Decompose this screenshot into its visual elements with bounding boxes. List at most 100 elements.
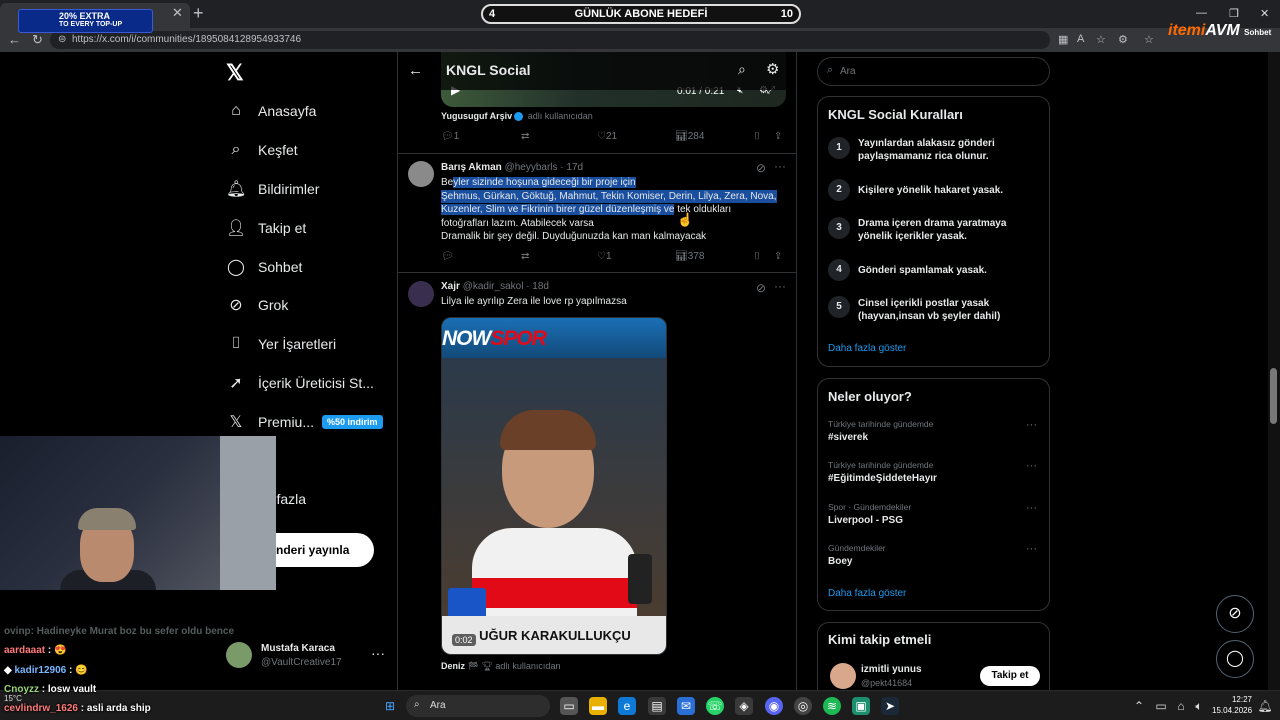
close-window-icon[interactable]: ✕ — [1260, 7, 1269, 20]
grok-icon[interactable]: ⊘ — [756, 161, 766, 175]
weather-widget[interactable]: 15°C — [4, 694, 22, 703]
file-explorer-icon[interactable]: ▬ — [589, 697, 607, 715]
search-input[interactable]: ⌕ Ara — [817, 57, 1050, 86]
nav-chat[interactable]: ◯ Sohbet — [226, 252, 302, 282]
reload-icon[interactable]: ↻ — [32, 32, 43, 48]
nav-follow[interactable]: 👤︎ Takip et — [226, 213, 306, 243]
spotify-icon[interactable]: ≋ — [823, 697, 841, 715]
scroll-thumb[interactable] — [1270, 368, 1277, 424]
url-field[interactable]: ⊜ https://x.com/i/communities/1895084128… — [50, 31, 1050, 49]
nav-explore[interactable]: ⌕ Keşfet — [226, 135, 298, 165]
steam-icon[interactable]: ➤ — [881, 697, 899, 715]
notifications-icon[interactable]: 🔔︎ — [1256, 697, 1274, 715]
grid-icon[interactable]: ▦ — [1058, 33, 1068, 46]
favorite-icon[interactable]: ☆ — [1096, 33, 1106, 46]
reply-button[interactable]: 💬︎ 1 — [441, 131, 459, 142]
chevron-up-icon[interactable]: ⌃ — [1130, 697, 1148, 715]
more-icon[interactable]: ··· — [774, 279, 786, 293]
whatsapp-icon[interactable]: ☏ — [706, 697, 724, 715]
app-icon[interactable]: ◈ — [735, 697, 753, 715]
share-icon[interactable]: ⇪ — [774, 131, 782, 142]
more-icon[interactable]: ··· — [1026, 460, 1037, 472]
trend-name[interactable]: Boey — [828, 556, 852, 567]
app-icon[interactable]: ▣ — [852, 697, 870, 715]
show-more-link[interactable]: Daha fazla göster — [828, 588, 906, 599]
views-button[interactable]: 📊︎ 284 — [675, 131, 704, 142]
like-button[interactable]: ♡ 21 — [597, 131, 617, 142]
volume-icon[interactable]: 🔈︎ — [1190, 697, 1208, 715]
network-icon[interactable]: ⌂ — [1172, 697, 1190, 715]
retweet-button[interactable]: ⇄ — [521, 131, 529, 142]
grok-icon[interactable]: ⊘ — [756, 281, 766, 295]
nav-creator-studio[interactable]: ➚ İçerik Üreticisi St... — [226, 368, 374, 398]
suggested-user-name[interactable]: izmitli yunus — [861, 664, 922, 675]
show-more-link[interactable]: Daha fazla göster — [828, 343, 906, 354]
nav-explore-label: Keşfet — [258, 142, 298, 158]
avatar[interactable] — [408, 281, 434, 307]
tweet-time[interactable]: · 17d — [560, 162, 583, 173]
store-icon[interactable]: ▤ — [648, 697, 666, 715]
author-name[interactable]: Barış Akman — [441, 162, 502, 173]
display-icon[interactable]: ▭ — [1152, 697, 1170, 715]
messages-fab-button[interactable]: ◯ — [1216, 640, 1254, 678]
x-logo-icon[interactable]: 𝕏 — [226, 60, 244, 86]
byline-name[interactable]: Yugusuguf Arşiv — [441, 111, 512, 121]
retweet-button[interactable]: ⇄ — [521, 251, 529, 262]
bookmark-icon[interactable]: ⌷ — [754, 251, 760, 262]
page-header: ← KNGL Social ⌕ ⚙ — [398, 52, 796, 90]
grok-fab-button[interactable]: ⊘ — [1216, 595, 1254, 633]
account-switcher[interactable]: Mustafa Karaca @VaultCreative17 ··· — [226, 640, 386, 670]
author-name[interactable]: Xajr — [441, 281, 460, 292]
nav-bookmarks[interactable]: ⌷ Yer İşaretleri — [226, 329, 336, 359]
more-icon[interactable]: ··· — [774, 159, 786, 173]
author-handle[interactable]: @kadir_sakol — [463, 281, 524, 292]
like-button[interactable]: ♡ 1 — [597, 251, 612, 262]
nav-grok[interactable]: ⊘ Grok — [226, 290, 288, 320]
tweet-line: fotoğrafları lazım. Atabilecek varsa — [441, 217, 594, 229]
site-info-icon[interactable]: ⊜ — [58, 34, 66, 45]
tweet-time[interactable]: · 18d — [526, 281, 549, 292]
avatar[interactable] — [830, 663, 856, 689]
more-icon[interactable]: ··· — [1026, 502, 1037, 514]
avatar[interactable] — [408, 161, 434, 187]
obs-icon[interactable]: ◎ — [794, 697, 812, 715]
edge-icon[interactable]: e — [618, 697, 636, 715]
nav-notifications[interactable]: 🔔︎ Bildirimler — [226, 174, 319, 204]
share-icon[interactable]: ⇪ — [774, 251, 782, 262]
back-icon[interactable]: ← — [8, 32, 21, 47]
views-button[interactable]: 📊︎ 378 — [675, 251, 704, 262]
more-icon[interactable]: ··· — [371, 645, 385, 661]
windows-start-icon[interactable]: ⊞ — [381, 697, 399, 715]
video-time: 0:02 — [452, 634, 476, 646]
discord-icon[interactable]: ◉ — [765, 697, 783, 715]
trend-name[interactable]: Liverpool - PSG — [828, 515, 903, 526]
extensions-icon[interactable]: ⚙ — [1118, 33, 1128, 46]
follow-button[interactable]: Takip et — [980, 666, 1040, 686]
byline-name[interactable]: Deniz — [441, 661, 465, 671]
nav-premium[interactable]: 𝕏 Premiu... — [226, 407, 314, 437]
x-premium-icon: 𝕏 — [229, 414, 243, 431]
nav-home[interactable]: ⌂ Anasayfa — [226, 96, 316, 126]
author-handle[interactable]: @heyybarls — [505, 162, 558, 173]
read-aloud-icon[interactable]: A — [1077, 33, 1084, 45]
taskbar-search[interactable]: ⌕ Ara — [406, 695, 550, 717]
system-clock[interactable]: 12:27 15.04.2026 — [1212, 694, 1252, 716]
bookmark-icon[interactable]: ⌷ — [754, 131, 760, 142]
mail-icon[interactable]: ✉ — [677, 697, 695, 715]
close-tab-icon[interactable]: ✕ — [172, 5, 183, 21]
new-tab-icon[interactable]: + — [193, 3, 204, 24]
minimize-icon[interactable]: — — [1196, 7, 1207, 19]
gear-icon[interactable]: ⚙ — [766, 60, 779, 78]
scrollbar[interactable] — [1268, 52, 1280, 690]
tweet-video[interactable]: NOWSPOR 0:02 UĞUR KARAKULLUKÇU — [441, 317, 667, 655]
back-arrow-icon[interactable]: ← — [408, 62, 423, 79]
reply-button[interactable]: 💬︎ — [441, 251, 454, 262]
search-icon[interactable]: ⌕ — [738, 61, 746, 78]
more-icon[interactable]: ··· — [1026, 543, 1037, 555]
favorites-bar-icon[interactable]: ☆ — [1144, 33, 1154, 46]
maximize-icon[interactable]: ❐ — [1229, 7, 1239, 20]
trend-name[interactable]: #siverek — [828, 432, 868, 443]
task-view-icon[interactable]: ▭ — [560, 697, 578, 715]
more-icon[interactable]: ··· — [1026, 419, 1037, 431]
trend-name[interactable]: #EğitimdeŞiddeteHayır — [828, 473, 937, 484]
